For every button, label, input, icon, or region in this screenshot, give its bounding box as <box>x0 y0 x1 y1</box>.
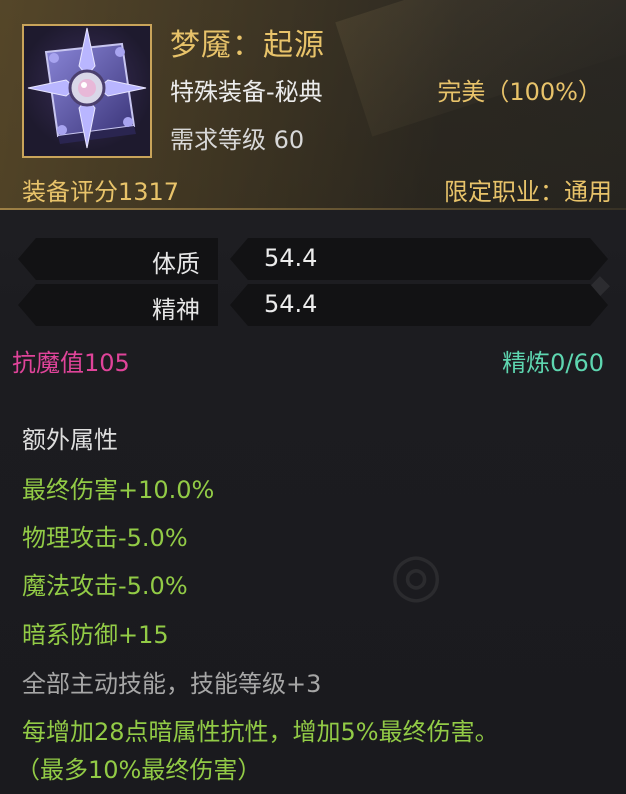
stat-label: 精神 <box>152 296 200 324</box>
refine-level: 精炼0/60 <box>502 349 604 377</box>
extra-attribute: 最终伤害+10.0% <box>22 476 215 504</box>
required-level: 需求等级 60 <box>170 126 305 154</box>
item-subtype: 特殊装备-秘典 <box>170 78 323 106</box>
stat-label: 体质 <box>152 250 200 278</box>
background-glyph: ◎ <box>390 540 443 610</box>
stat-value: 54.4 <box>264 290 318 318</box>
extra-attributes-heading: 额外属性 <box>22 426 118 454</box>
stat-row: 体质 54.4 <box>18 238 608 280</box>
item-title: 梦魇：起源 <box>170 28 325 63</box>
extra-attribute: 魔法攻击-5.0% <box>22 572 188 600</box>
job-restriction: 限定职业：通用 <box>444 178 612 206</box>
item-icon-frame[interactable] <box>22 24 152 158</box>
equipment-score: 装备评分1317 <box>22 178 180 206</box>
extra-attribute: 物理攻击-5.0% <box>22 524 188 552</box>
extra-attribute-dark-resist: 每增加28点暗属性抗性，增加5%最终伤害。 <box>22 718 499 746</box>
spellbook-icon <box>27 27 147 149</box>
extra-attribute-skill: 全部主动技能，技能等级+3 <box>22 670 322 698</box>
extra-attribute: 暗系防御+15 <box>22 621 169 649</box>
stat-row: 精神 54.4 <box>18 284 608 326</box>
header-divider <box>0 208 626 210</box>
extra-attribute-cap-note: （最多10%最终伤害） <box>16 756 262 784</box>
item-quality: 完美（100%） <box>437 78 602 106</box>
anti-magic-value: 抗魔值105 <box>12 349 130 377</box>
item-tooltip: ◆ ◎ 梦魇：起源 特殊装备-秘典 完美（100%） 需求等级 60 装备评分1… <box>0 0 626 794</box>
stat-value: 54.4 <box>264 244 318 272</box>
